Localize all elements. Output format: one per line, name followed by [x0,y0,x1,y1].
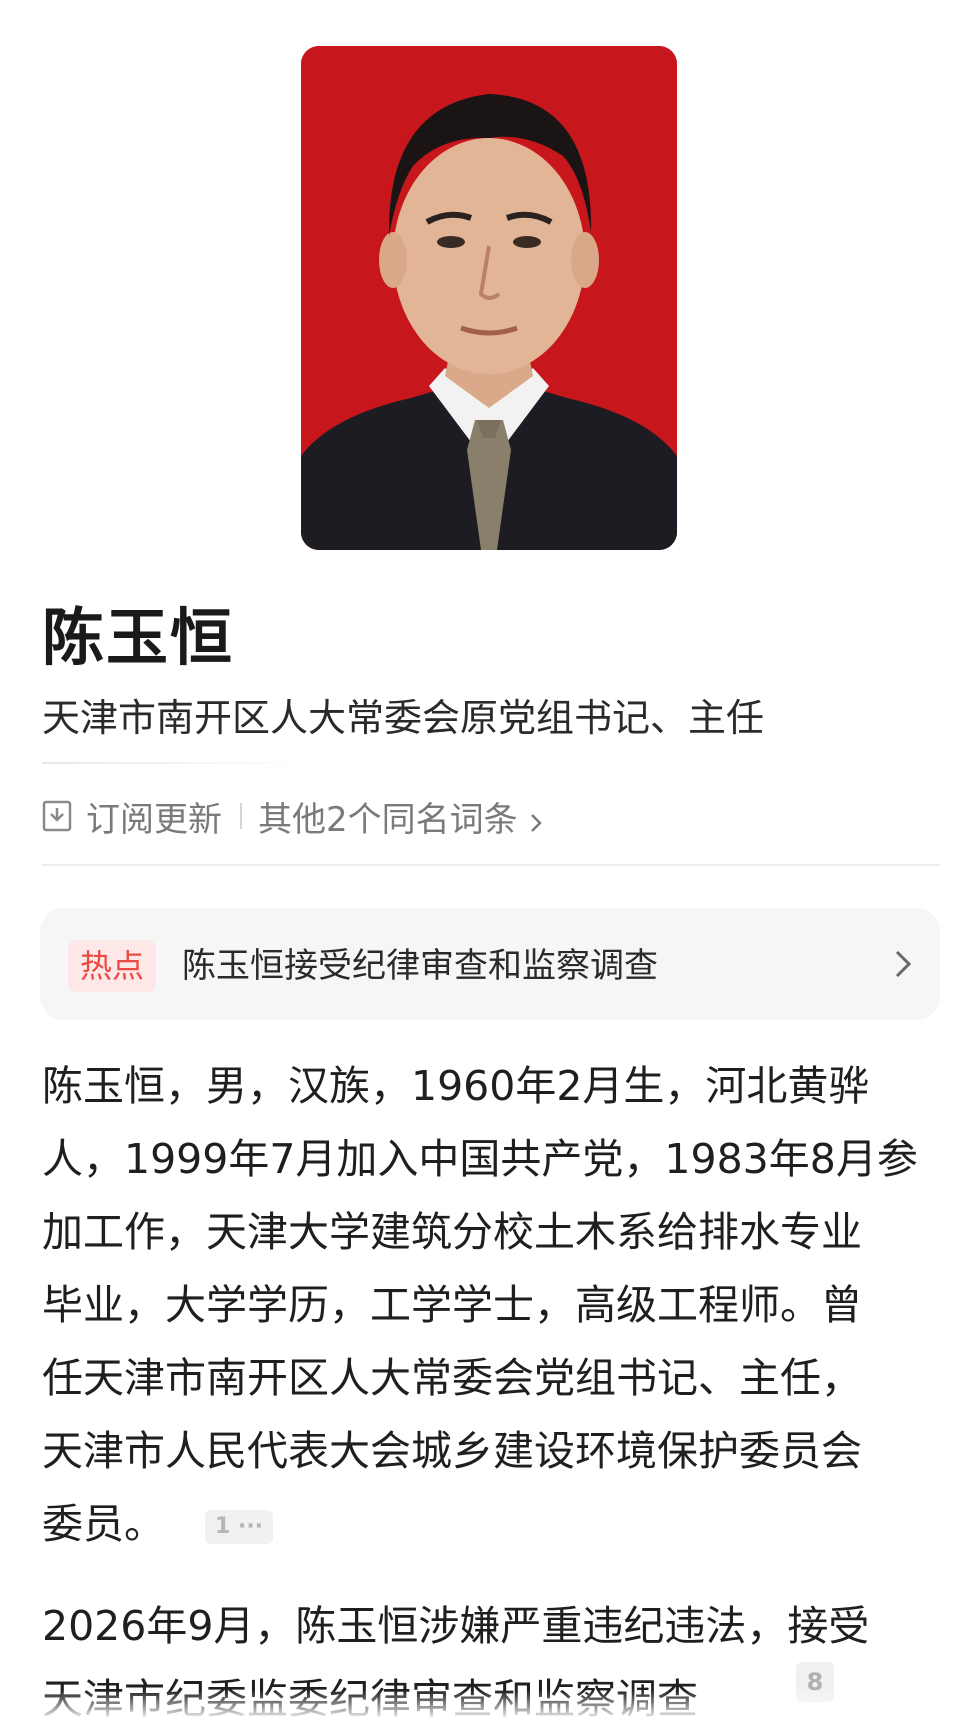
paragraph-line: 陈玉恒，男，汉族，1960年2月生，河北黄骅 [42,1062,870,1110]
paragraph-line: 人，1999年7月加入中国共产党，1983年8月参 [42,1135,918,1183]
action-separator [240,803,242,829]
paragraph-line: 加工作，天津大学建筑分校土木系给排水专业 [42,1208,862,1256]
paragraph-line-text: 委员。 [42,1500,165,1548]
paragraph-line: 天津市人民代表大会城乡建设环境保护委员会 [42,1427,862,1475]
same-name-entries-link[interactable]: 其他2个同名词条 [258,792,518,841]
page-title: 陈玉恒 [42,601,235,674]
hot-news-card[interactable]: 热点 陈玉恒接受纪律审查和监察调查 [40,908,940,1020]
paragraph-line: 2026年9月，陈玉恒涉嫌严重违纪违法，接受 [42,1602,870,1650]
action-row: 订阅更新 其他2个同名词条 [42,790,544,842]
paragraph-line: 委员。 1 ··· [42,1488,942,1561]
bottom-fade [0,1690,974,1734]
chevron-right-icon [528,804,544,832]
hot-news-title[interactable]: 陈玉恒接受纪律审查和监察调查 [182,938,658,994]
paragraph-line: 任天津市南开区人大常委会党组书记、主任， [42,1354,862,1402]
subscribe-icon[interactable] [42,800,72,832]
biography-paragraph: 陈玉恒，男，汉族，1960年2月生，河北黄骅 人，1999年7月加入中国共产党，… [42,1050,942,1561]
subscribe-button[interactable]: 订阅更新 [86,792,222,841]
chevron-right-icon [892,946,914,982]
hot-badge: 热点 [68,940,156,992]
person-portrait-image [301,46,677,550]
divider [42,762,312,764]
paragraph-line: 毕业，大学学历，工学学士，高级工程师。曾 [42,1281,862,1329]
portrait-illustration [301,46,677,550]
reference-badge[interactable]: 1 ··· [205,1510,274,1544]
divider [42,864,940,866]
subtitle: 天津市南开区人大常委会原党组书记、主任 [42,696,765,740]
